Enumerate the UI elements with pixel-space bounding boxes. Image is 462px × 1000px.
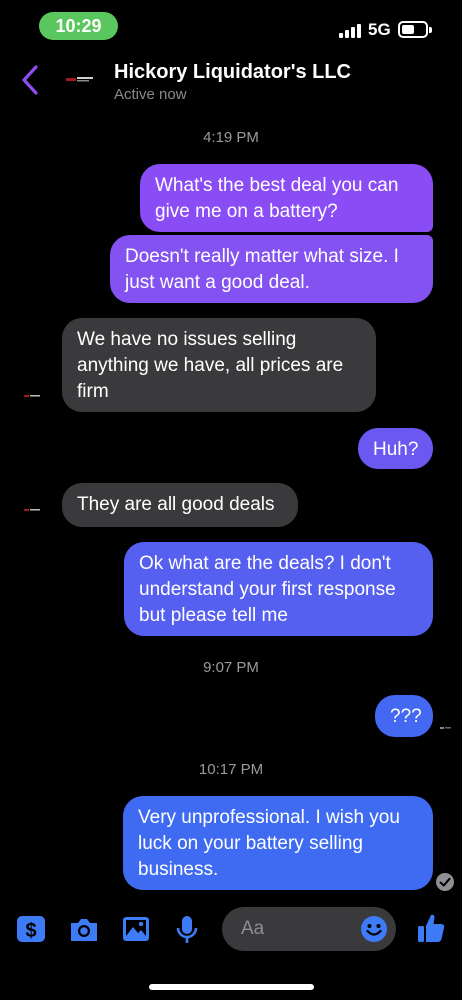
network-type: 5G: [368, 20, 391, 39]
thumbs-up-icon[interactable]: [416, 912, 446, 944]
timestamp: 10:17 PM: [198, 761, 264, 778]
timestamp: 9:07 PM: [203, 659, 259, 676]
sent-message-bubble[interactable]: Doesn't really matter what size. I just …: [110, 235, 433, 303]
sent-message-bubble[interactable]: What's the best deal you can give me on …: [140, 164, 433, 232]
mic-icon[interactable]: [174, 914, 200, 946]
message-composer: $ Aa: [0, 900, 462, 960]
dollar-icon[interactable]: $: [16, 914, 46, 944]
status-bar: 10:29 5G: [0, 0, 462, 52]
sent-message-bubble[interactable]: Ok what are the deals? I don't understan…: [124, 542, 433, 636]
home-indicator[interactable]: [149, 984, 314, 990]
message-input-placeholder: Aa: [241, 918, 265, 939]
emoji-icon[interactable]: [360, 915, 388, 943]
status-time: 10:29: [39, 12, 118, 40]
contact-name[interactable]: Hickory Liquidator's LLC: [114, 61, 351, 84]
received-message-bubble[interactable]: We have no issues selling anything we ha…: [62, 318, 376, 412]
contact-mini-avatar: [24, 509, 40, 511]
svg-text:$: $: [25, 920, 36, 942]
cellular-signal-icon: [339, 22, 363, 38]
back-button[interactable]: [16, 63, 46, 97]
battery-icon: [398, 21, 432, 38]
contact-status: Active now: [114, 86, 187, 103]
seen-indicator-icon: [440, 727, 451, 729]
message-input[interactable]: Aa: [222, 907, 396, 951]
sent-message-bubble[interactable]: ???: [375, 695, 433, 737]
contact-mini-avatar: [24, 395, 40, 397]
image-icon[interactable]: [121, 914, 151, 944]
conversation-header: Hickory Liquidator's LLC Active now: [0, 55, 462, 110]
delivered-check-icon: [436, 873, 454, 891]
timestamp: 4:19 PM: [203, 129, 259, 146]
chevron-left-icon: [22, 65, 38, 95]
sent-message-bubble[interactable]: Very unprofessional. I wish you luck on …: [123, 796, 433, 890]
sent-message-bubble[interactable]: Huh?: [358, 428, 433, 469]
camera-icon[interactable]: [68, 914, 100, 944]
received-message-bubble[interactable]: They are all good deals: [62, 483, 298, 527]
contact-avatar[interactable]: [60, 65, 100, 95]
